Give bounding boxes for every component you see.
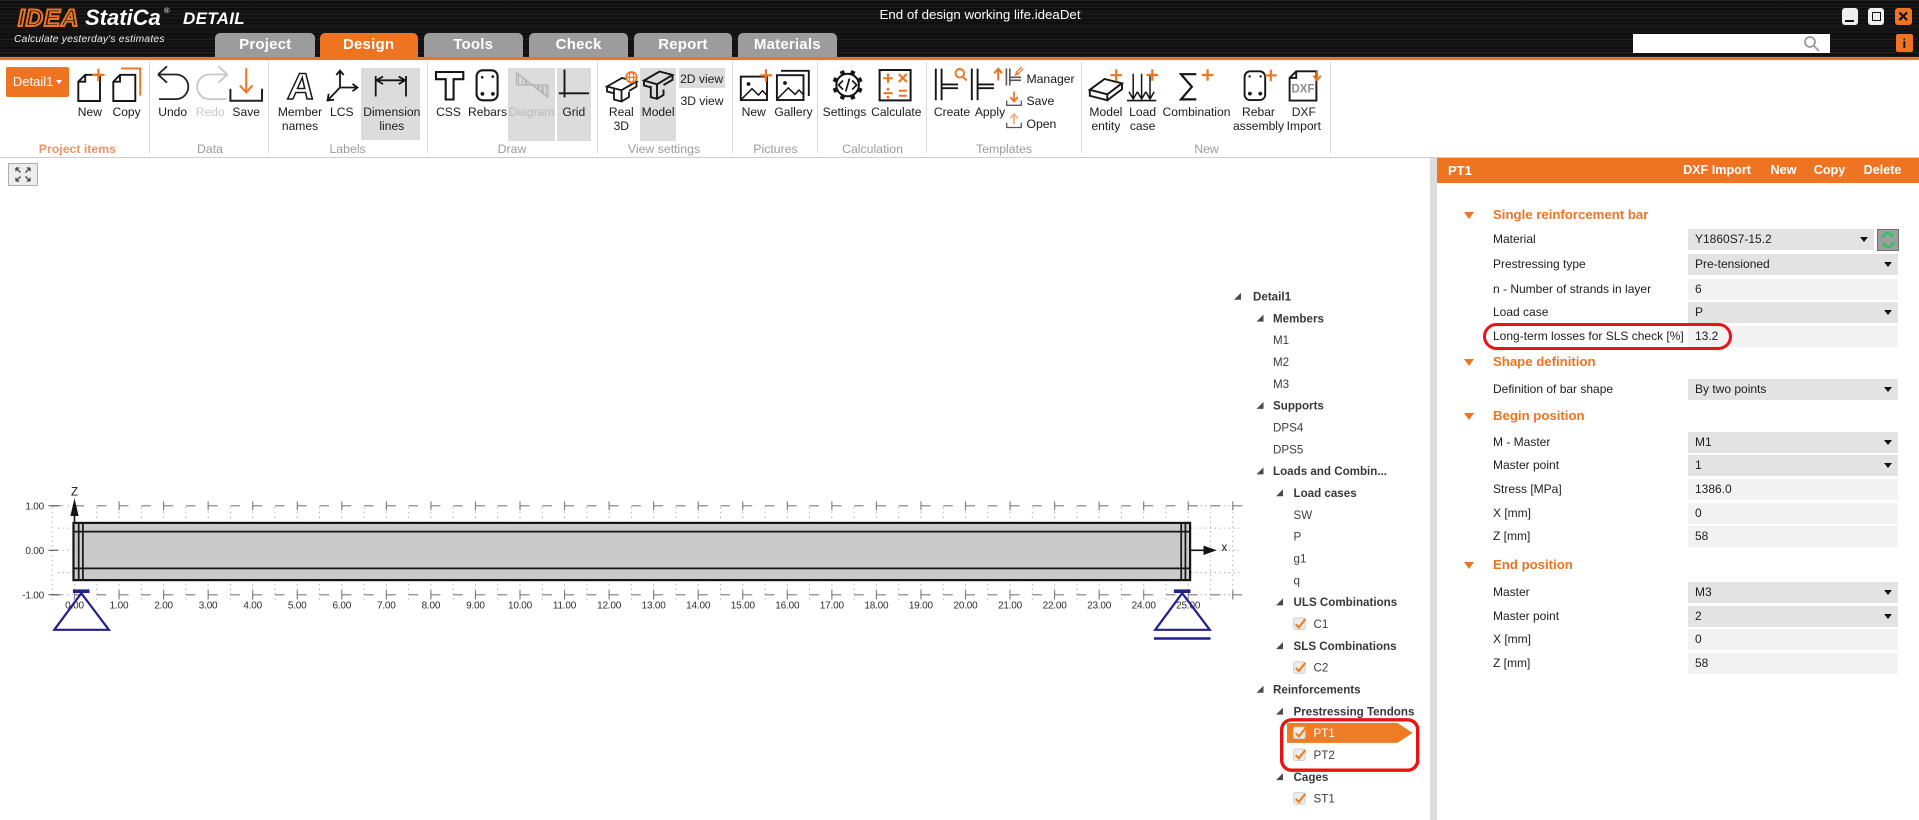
svg-text:3.00: 3.00 <box>199 601 218 612</box>
svg-text:19.00: 19.00 <box>909 601 934 612</box>
svg-text:Load cases: Load cases <box>1294 487 1357 500</box>
svg-text:22.00: 22.00 <box>1043 601 1068 612</box>
svg-text:P: P <box>1294 531 1302 544</box>
svg-text:11.00: 11.00 <box>553 601 577 612</box>
svg-text:5.00: 5.00 <box>288 601 307 612</box>
svg-text:13.00: 13.00 <box>642 601 667 612</box>
svg-text:0.00: 0.00 <box>25 546 44 557</box>
svg-text:14.00: 14.00 <box>686 601 711 612</box>
svg-text:g1: g1 <box>1294 553 1307 566</box>
svg-text:DPS4: DPS4 <box>1273 422 1304 435</box>
svg-text:6.00: 6.00 <box>332 601 351 612</box>
svg-text:DPS5: DPS5 <box>1273 443 1303 456</box>
svg-text:1.00: 1.00 <box>110 601 129 612</box>
svg-text:15.00: 15.00 <box>731 601 756 612</box>
svg-text:DXF: DXF <box>1292 84 1315 96</box>
svg-text:PT1: PT1 <box>1314 727 1335 740</box>
svg-text:1.00: 1.00 <box>25 502 44 513</box>
svg-text:18.00: 18.00 <box>864 601 889 612</box>
svg-text:24.00: 24.00 <box>1132 601 1157 612</box>
svg-text:7.00: 7.00 <box>377 601 396 612</box>
svg-text:M1: M1 <box>1273 334 1289 347</box>
svg-text:SLS Combinations: SLS Combinations <box>1294 640 1397 653</box>
svg-text:20.00: 20.00 <box>953 601 978 612</box>
svg-text:2.00: 2.00 <box>154 601 173 612</box>
svg-text:SW: SW <box>1294 509 1313 522</box>
svg-text:ST1: ST1 <box>1314 793 1335 806</box>
svg-text:Z: Z <box>71 487 78 499</box>
svg-text:17.00: 17.00 <box>820 601 845 612</box>
svg-text:Supports: Supports <box>1273 400 1324 413</box>
svg-text:23.00: 23.00 <box>1087 601 1112 612</box>
svg-text:Detail1: Detail1 <box>1253 291 1292 304</box>
svg-text:Loads and Combin...: Loads and Combin... <box>1273 465 1387 478</box>
svg-text:PT2: PT2 <box>1314 749 1335 762</box>
svg-text:ULS Combinations: ULS Combinations <box>1294 596 1398 609</box>
svg-text:10.00: 10.00 <box>508 601 533 612</box>
svg-text:M3: M3 <box>1273 378 1289 391</box>
svg-text:9.00: 9.00 <box>466 601 485 612</box>
svg-text:M2: M2 <box>1273 356 1289 369</box>
svg-text:x: x <box>1222 542 1228 554</box>
svg-text:q: q <box>1294 574 1300 587</box>
svg-text:A: A <box>286 65 317 107</box>
svg-text:C2: C2 <box>1314 662 1329 675</box>
svg-text:C1: C1 <box>1314 618 1329 631</box>
svg-text:21.00: 21.00 <box>998 601 1023 612</box>
svg-text:Cages: Cages <box>1294 771 1329 784</box>
svg-text:Members: Members <box>1273 312 1324 325</box>
svg-text:4.00: 4.00 <box>243 601 262 612</box>
svg-text:16.00: 16.00 <box>775 601 800 612</box>
svg-text:Prestressing Tendons: Prestressing Tendons <box>1294 705 1415 718</box>
svg-text:-1.00: -1.00 <box>22 591 44 602</box>
svg-text:8.00: 8.00 <box>422 601 441 612</box>
svg-text:Reinforcements: Reinforcements <box>1273 683 1361 696</box>
svg-text:12.00: 12.00 <box>597 601 622 612</box>
